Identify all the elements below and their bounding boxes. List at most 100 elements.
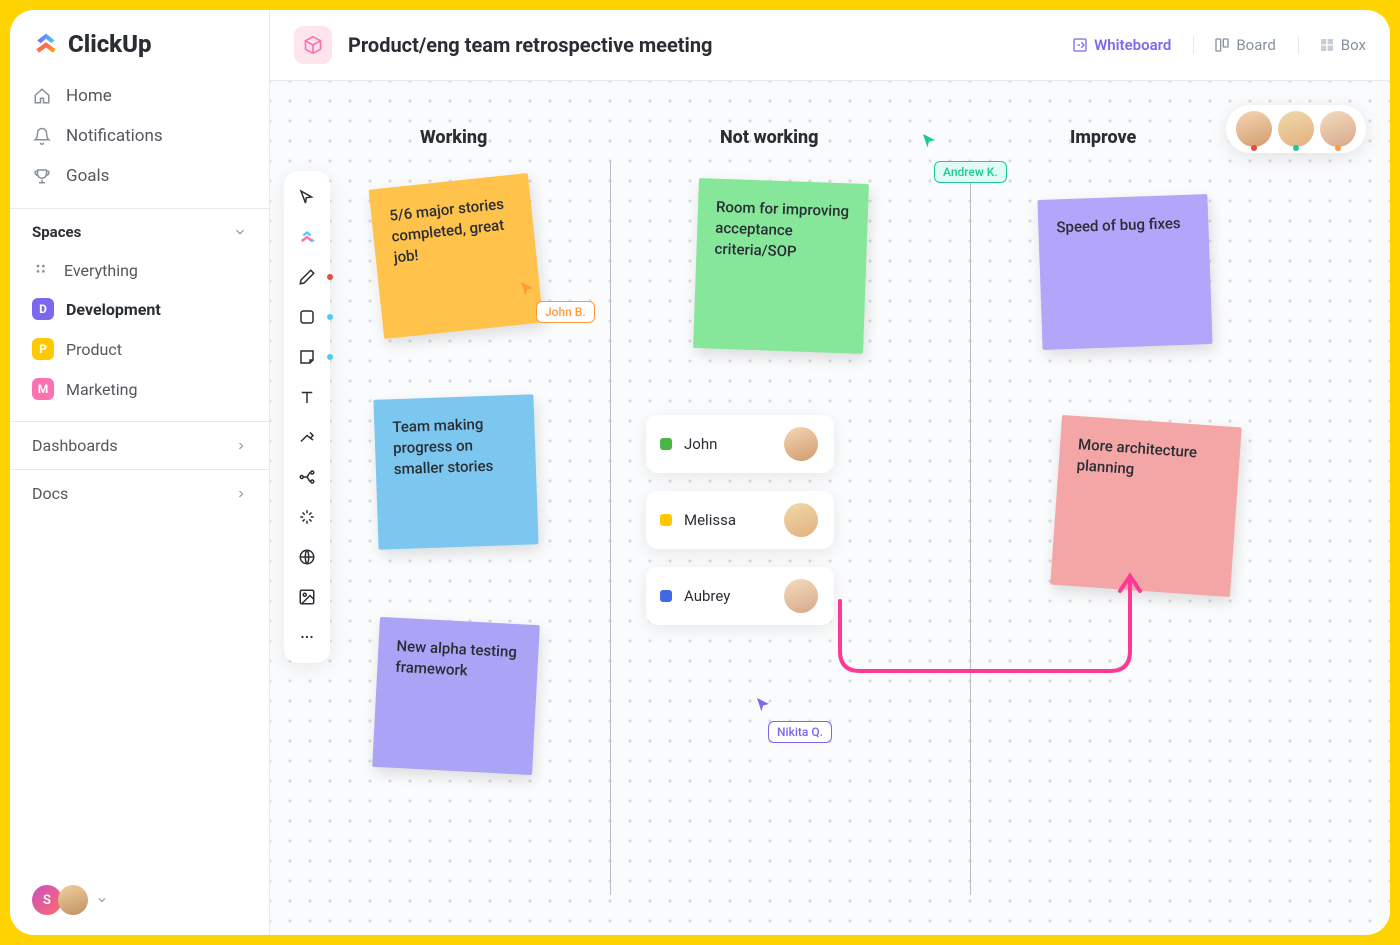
tool-note[interactable]: [289, 339, 325, 375]
logo-text: ClickUp: [68, 30, 152, 58]
image-icon: [298, 588, 316, 606]
tool-branch[interactable]: [289, 459, 325, 495]
tool-shape[interactable]: [289, 299, 325, 335]
avatar: [784, 579, 818, 613]
cursor-label-nikita: Nikita Q.: [768, 721, 832, 743]
user-avatar-photo: [58, 885, 88, 915]
space-label: Development: [66, 300, 161, 319]
nav-notifications[interactable]: Notifications: [10, 116, 269, 156]
space-development[interactable]: D Development: [10, 289, 269, 329]
tool-text[interactable]: [289, 379, 325, 415]
nav-label: Notifications: [66, 126, 163, 146]
cursor-icon: [518, 279, 536, 297]
sticky-note[interactable]: Team making progress on smaller stories: [373, 394, 538, 549]
nav-goals[interactable]: Goals: [10, 156, 269, 196]
nav-home[interactable]: Home: [10, 76, 269, 116]
space-product[interactable]: P Product: [10, 329, 269, 369]
trophy-icon: [32, 166, 52, 186]
user-card[interactable]: John: [646, 415, 834, 473]
sticky-note[interactable]: Speed of bug fixes: [1037, 194, 1212, 350]
view-tabs: Whiteboard Board Box: [1052, 36, 1366, 54]
main: Product/eng team retrospective meeting W…: [270, 10, 1390, 935]
user-card[interactable]: Aubrey: [646, 567, 834, 625]
more-icon: [298, 628, 316, 646]
cursor-icon: [920, 131, 938, 149]
sticky-note[interactable]: New alpha testing framework: [372, 617, 540, 775]
svg-text:+: +: [311, 236, 315, 245]
tab-board[interactable]: Board: [1193, 36, 1275, 54]
status-dot: [660, 514, 672, 526]
status-dot: [660, 438, 672, 450]
tab-whiteboard[interactable]: Whiteboard: [1052, 36, 1171, 54]
tool-pen[interactable]: [289, 259, 325, 295]
toolbox: +: [284, 171, 330, 663]
presence-avatar: .presence-av:nth-child(1)::after{backgro…: [1236, 111, 1272, 147]
sticky-note[interactable]: More architecture planning: [1050, 415, 1241, 597]
canvas-wrap: Working Not working Improve 5/6 major st…: [270, 81, 1390, 935]
tool-clickup[interactable]: +: [289, 219, 325, 255]
sidebar: ClickUp Home Notifications Goals Spaces …: [10, 10, 270, 935]
column-divider: [610, 161, 611, 895]
text-icon: [298, 388, 316, 406]
sparkle-icon: [298, 508, 316, 526]
user-card[interactable]: Melissa: [646, 491, 834, 549]
space-label: Product: [66, 340, 122, 359]
chevron-right-icon: [235, 488, 247, 500]
tab-label: Box: [1341, 36, 1366, 54]
column-divider: [970, 161, 971, 895]
page-icon: [294, 26, 332, 64]
chevron-right-icon: [235, 440, 247, 452]
tool-web[interactable]: [289, 539, 325, 575]
presence-avatar: .presence-av:nth-child(2)::after{backgro…: [1278, 111, 1314, 147]
tool-ai[interactable]: [289, 499, 325, 535]
tab-box[interactable]: Box: [1298, 36, 1366, 54]
grid-dots-icon: [32, 260, 52, 280]
tool-more[interactable]: [289, 619, 325, 655]
whiteboard-icon: [1072, 37, 1088, 53]
chevron-down-icon: [233, 225, 247, 239]
board-icon: [1214, 37, 1230, 53]
tool-pointer[interactable]: [289, 179, 325, 215]
column-header-improve: Improve: [1070, 127, 1136, 148]
tab-label: Whiteboard: [1094, 36, 1171, 54]
branch-icon: [298, 468, 316, 486]
space-everything[interactable]: Everything: [10, 251, 269, 289]
sticky-note[interactable]: Room for improving acceptance criteria/S…: [693, 178, 869, 354]
collapse-label: Dashboards: [32, 436, 118, 455]
square-icon: [298, 308, 316, 326]
clickup-icon: +: [298, 228, 316, 246]
canvas[interactable]: Working Not working Improve 5/6 major st…: [270, 81, 1390, 935]
docs-item[interactable]: Docs: [10, 469, 269, 517]
topbar: Product/eng team retrospective meeting W…: [270, 10, 1390, 81]
space-badge: D: [32, 298, 54, 320]
user-card-name: Melissa: [684, 511, 736, 529]
clickup-logo-icon: [32, 30, 60, 58]
space-badge: P: [32, 338, 54, 360]
globe-icon: [298, 548, 316, 566]
spaces-header[interactable]: Spaces: [10, 208, 269, 251]
space-marketing[interactable]: M Marketing: [10, 369, 269, 409]
collapse-label: Docs: [32, 484, 68, 503]
nav-label: Home: [66, 86, 112, 106]
status-dot: [660, 590, 672, 602]
space-label: Marketing: [66, 380, 137, 399]
cube-icon: [303, 35, 323, 55]
user-footer[interactable]: S: [10, 885, 269, 915]
spaces-header-label: Spaces: [32, 223, 81, 241]
presence-avatar: .presence-av:nth-child(3)::after{backgro…: [1320, 111, 1356, 147]
cursor-label-john: John B.: [536, 301, 595, 323]
note-icon: [298, 348, 316, 366]
logo[interactable]: ClickUp: [10, 30, 269, 76]
avatar: [784, 427, 818, 461]
presence-bar[interactable]: .presence-av:nth-child(1)::after{backgro…: [1226, 105, 1366, 153]
nav-label: Goals: [66, 166, 109, 186]
dashboards-item[interactable]: Dashboards: [10, 421, 269, 469]
tab-label: Board: [1236, 36, 1275, 54]
app-frame: ClickUp Home Notifications Goals Spaces …: [10, 10, 1390, 935]
cursor-label-andrew: Andrew K.: [934, 161, 1007, 183]
home-icon: [32, 86, 52, 106]
box-icon: [1319, 37, 1335, 53]
tool-image[interactable]: [289, 579, 325, 615]
sticky-note[interactable]: 5/6 major stories completed, great job!: [369, 173, 544, 339]
tool-connector[interactable]: [289, 419, 325, 455]
